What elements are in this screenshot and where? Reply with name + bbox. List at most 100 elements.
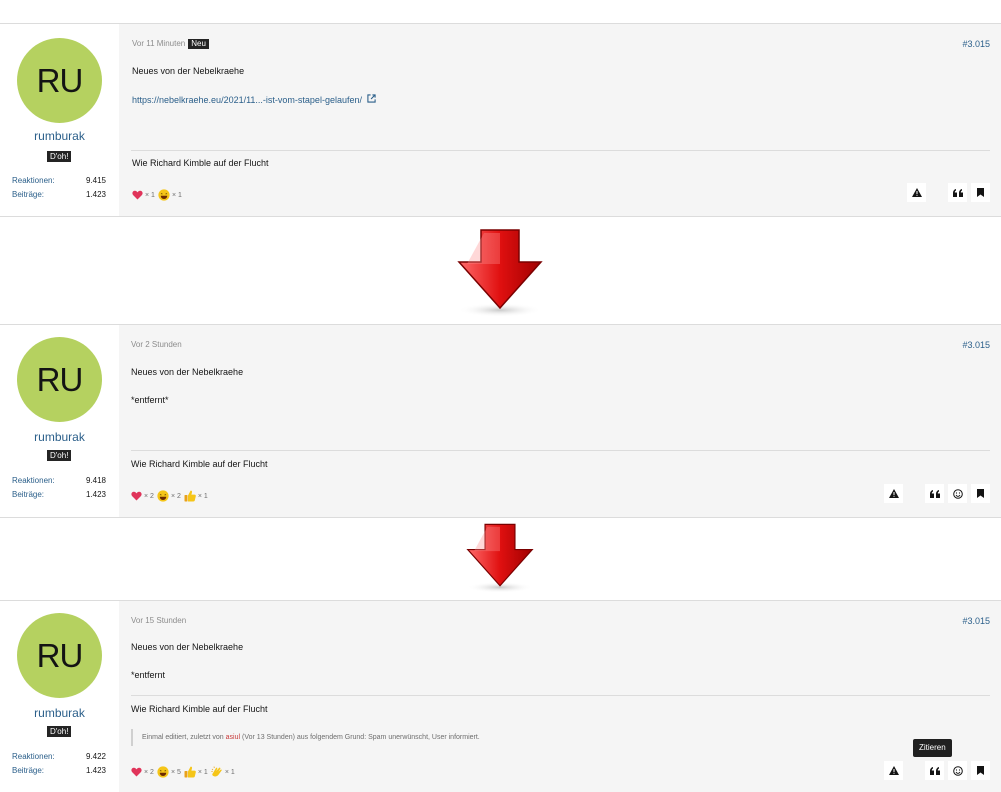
react-button[interactable] (948, 484, 967, 503)
avatar[interactable]: RU (17, 337, 102, 422)
username-link[interactable]: rumburak (0, 430, 119, 444)
stat-value: 9.415 (85, 176, 106, 185)
post-body-link[interactable]: https://nebelkraehe.eu/2021/11...-ist-vo… (132, 94, 376, 105)
report-warning-icon (888, 489, 899, 498)
signature-divider (131, 150, 990, 151)
reaction-thumbs-up[interactable]: × 1 (184, 490, 208, 502)
reaction-count: × 1 (171, 191, 182, 199)
clapping-hands-icon (211, 766, 222, 777)
post-date[interactable]: Vor 2 Stunden (131, 340, 182, 349)
report-warning-icon (911, 188, 922, 197)
moderator-link[interactable]: asiul (226, 734, 240, 741)
quote-icon (952, 188, 963, 197)
user-panel: RU rumburak D'oh! Reaktionen: 9.418 Beit… (0, 325, 119, 517)
signature-divider (131, 695, 990, 696)
post-number-link[interactable]: #3.015 (962, 39, 990, 49)
post-version-1: RU rumburak D'oh! Reaktionen: 9.415 Beit… (0, 23, 1001, 217)
stat-reactions: Reaktionen: 9.418 (12, 476, 106, 488)
user-panel: RU rumburak D'oh! Reaktionen: 9.415 Beit… (0, 24, 119, 216)
quote-tooltip: Zitieren (913, 739, 952, 757)
stat-label: Reaktionen: (12, 176, 55, 185)
quote-icon (929, 766, 940, 775)
reaction-heart[interactable]: × 1 (132, 190, 155, 200)
react-button[interactable] (948, 761, 967, 780)
stat-value: 1.423 (85, 490, 106, 499)
bookmark-button[interactable] (971, 761, 990, 780)
post-actions (880, 484, 990, 503)
smiley-icon (952, 488, 963, 499)
red-down-arrow-icon (453, 228, 547, 325)
reaction-laugh[interactable]: × 2 (157, 490, 181, 502)
external-link-icon[interactable] (366, 94, 376, 105)
signature: Wie Richard Kimble auf der Flucht (132, 158, 269, 168)
bookmark-button[interactable] (971, 183, 990, 202)
bookmark-icon (977, 489, 984, 498)
external-link[interactable]: https://nebelkraehe.eu/2021/11...-ist-vo… (132, 95, 362, 105)
bookmark-icon (977, 188, 984, 197)
stat-label: Beiträge: (12, 190, 45, 199)
post-version-2: RU rumburak D'oh! Reaktionen: 9.418 Beit… (0, 324, 1001, 518)
edit-note-suffix: (Vor 13 Stunden) aus folgendem Grund: Sp… (242, 734, 480, 741)
edit-note-prefix: Einmal editiert, zuletzt von (142, 734, 224, 741)
stat-posts: Beiträge: 1.423 (12, 490, 106, 502)
reaction-count: × 1 (197, 492, 208, 500)
stat-reactions: Reaktionen: 9.422 (12, 752, 106, 764)
signature: Wie Richard Kimble auf der Flucht (131, 704, 268, 714)
post-body: *entfernt* (131, 395, 169, 405)
bookmark-button[interactable] (971, 484, 990, 503)
post-actions (880, 761, 990, 780)
stat-value: 1.423 (85, 766, 106, 775)
report-button[interactable] (884, 484, 903, 503)
reaction-bar[interactable]: × 2 × 5 × 1 × 1 (131, 766, 238, 778)
post-date[interactable]: Vor 11 Minuten Neu (132, 39, 209, 49)
reaction-bar[interactable]: × 2 × 2 × 1 (131, 490, 211, 502)
stat-value: 1.423 (85, 190, 106, 199)
reaction-heart[interactable]: × 2 (131, 491, 154, 501)
bookmark-icon (977, 766, 984, 775)
signature-divider (131, 450, 990, 451)
stat-posts: Beiträge: 1.423 (12, 766, 106, 778)
signature: Wie Richard Kimble auf der Flucht (131, 459, 268, 469)
username-link[interactable]: rumburak (0, 129, 119, 143)
report-button[interactable] (884, 761, 903, 780)
stat-label: Beiträge: (12, 766, 45, 775)
post-date-text[interactable]: Vor 11 Minuten (132, 39, 185, 48)
laugh-emoji-icon (157, 490, 169, 502)
quote-button[interactable] (925, 484, 944, 503)
reaction-bar[interactable]: × 1 × 1 (132, 189, 185, 201)
reaction-laugh[interactable]: × 5 (157, 766, 181, 778)
stat-value: 9.422 (85, 752, 106, 761)
reaction-heart[interactable]: × 2 (131, 767, 154, 777)
laugh-emoji-icon (158, 189, 170, 201)
reaction-count: × 5 (170, 768, 181, 776)
post-title-line: Neues von der Nebelkraehe (131, 367, 244, 377)
user-panel: RU rumburak D'oh! Reaktionen: 9.422 Beit… (0, 601, 119, 792)
reaction-count: × 2 (144, 492, 154, 500)
post-title-line: Neues von der Nebelkraehe (131, 642, 244, 652)
post-date[interactable]: Vor 15 Stunden (131, 616, 186, 625)
post-body: *entfernt (131, 670, 166, 680)
avatar[interactable]: RU (17, 38, 102, 123)
stat-value: 9.418 (85, 476, 106, 485)
post-version-3: RU rumburak D'oh! Reaktionen: 9.422 Beit… (0, 600, 1001, 792)
reaction-laugh[interactable]: × 1 (158, 189, 182, 201)
reaction-count: × 1 (197, 768, 208, 776)
quote-icon (929, 489, 940, 498)
avatar[interactable]: RU (17, 613, 102, 698)
reaction-clap[interactable]: × 1 (211, 766, 235, 778)
edit-note: Einmal editiert, zuletzt von asiul (Vor … (131, 729, 990, 746)
post-number-link[interactable]: #3.015 (962, 616, 990, 626)
quote-button[interactable] (925, 761, 944, 780)
post-actions (903, 183, 990, 202)
report-warning-icon (888, 766, 899, 775)
username-link[interactable]: rumburak (0, 706, 119, 720)
quote-button[interactable] (948, 183, 967, 202)
reaction-count: × 1 (145, 191, 155, 199)
post-number-link[interactable]: #3.015 (962, 340, 990, 350)
user-title-badge: D'oh! (47, 450, 72, 461)
user-title-badge: D'oh! (47, 726, 72, 737)
user-title-badge: D'oh! (47, 151, 72, 162)
reaction-thumbs-up[interactable]: × 1 (184, 766, 208, 778)
report-button[interactable] (907, 183, 926, 202)
reaction-count: × 2 (144, 768, 154, 776)
